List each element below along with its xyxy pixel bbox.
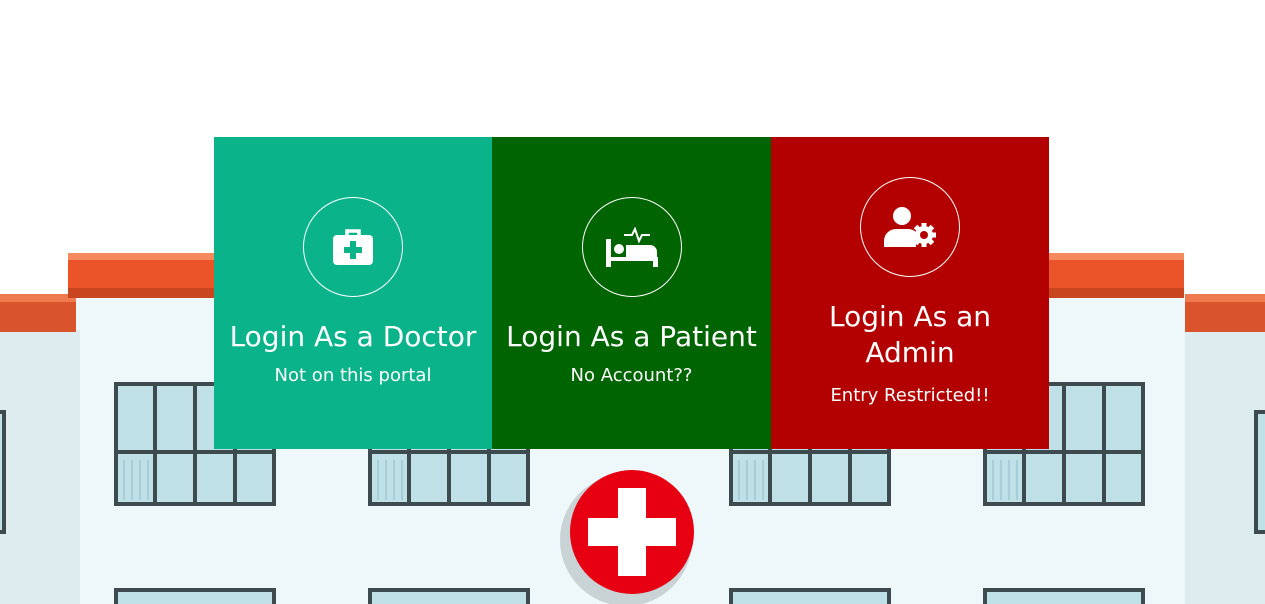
window-lower-2 (368, 588, 530, 604)
patient-login-title: Login As a Patient (506, 320, 757, 353)
doctor-login-subtitle: Not on this portal (274, 365, 432, 386)
window-lower-1 (114, 588, 276, 604)
hospital-bed-icon (605, 227, 658, 267)
login-options: Login As a Doctor Not on this portal Log… (214, 137, 1049, 449)
login-card-admin[interactable]: Login As an Admin Entry Restricted!! (771, 137, 1049, 449)
doctor-login-title: Login As a Doctor (229, 320, 477, 353)
window-lower-3 (729, 588, 891, 604)
admin-login-title: Login As an Admin (829, 300, 991, 369)
left-wing-wall (0, 330, 80, 604)
user-gear-icon (884, 207, 936, 247)
window-lower-4 (983, 588, 1145, 604)
login-card-doctor[interactable]: Login As a Doctor Not on this portal (214, 137, 492, 449)
patient-login-subtitle: No Account?? (570, 365, 693, 386)
login-card-patient[interactable]: Login As a Patient No Account?? (492, 137, 771, 449)
admin-login-subtitle: Entry Restricted!! (830, 385, 990, 406)
patient-icon-circle (581, 197, 682, 297)
admin-icon-circle (860, 177, 960, 277)
right-wing-wall (1185, 330, 1265, 604)
medical-kit-icon (333, 229, 373, 265)
doctor-icon-circle (303, 197, 403, 297)
